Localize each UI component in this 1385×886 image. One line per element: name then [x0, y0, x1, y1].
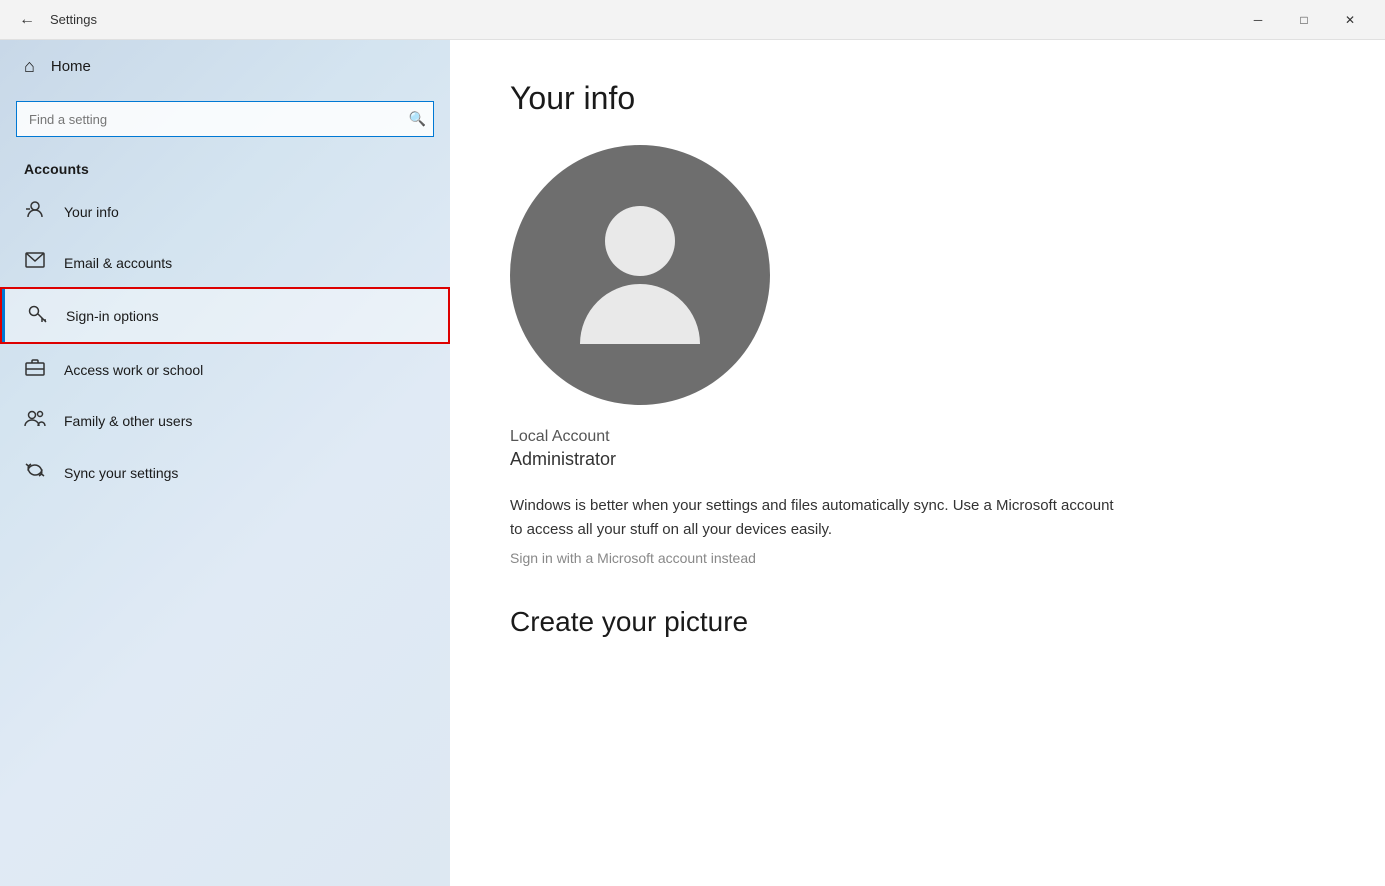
maximize-button[interactable]: □ — [1281, 4, 1327, 36]
account-name: Local Account — [510, 425, 1325, 449]
email-icon — [24, 252, 46, 273]
key-icon — [26, 303, 48, 328]
home-label: Home — [51, 58, 91, 75]
search-icon[interactable]: 🔍 — [409, 111, 426, 128]
description-text: Windows is better when your settings and… — [510, 494, 1130, 542]
search-input[interactable] — [16, 101, 434, 137]
sidebar-item-label: Access work or school — [64, 362, 203, 378]
main-layout: ⌂ Home 🔍 Accounts Your info — [0, 40, 1385, 886]
sidebar-item-signin[interactable]: Sign-in options — [0, 287, 450, 344]
app-title: Settings — [50, 12, 1235, 27]
minimize-button[interactable]: ─ — [1235, 4, 1281, 36]
sidebar: ⌂ Home 🔍 Accounts Your info — [0, 40, 450, 886]
people-icon — [24, 409, 46, 432]
sidebar-item-work[interactable]: Access work or school — [0, 344, 450, 395]
briefcase-icon — [24, 358, 46, 381]
home-icon: ⌂ — [24, 56, 35, 77]
sidebar-item-label: Sync your settings — [64, 465, 178, 481]
sidebar-item-label: Email & accounts — [64, 255, 172, 271]
section-title: Accounts — [0, 153, 450, 185]
sidebar-item-label: Family & other users — [64, 413, 192, 429]
person-icon — [24, 199, 46, 224]
sidebar-item-label: Sign-in options — [66, 308, 159, 324]
titlebar: ← Settings ─ □ ✕ — [0, 0, 1385, 40]
sidebar-item-label: Your info — [64, 204, 119, 220]
close-button[interactable]: ✕ — [1327, 4, 1373, 36]
sync-icon — [24, 460, 46, 485]
picture-section-title: Create your picture — [510, 606, 1325, 638]
page-title: Your info — [510, 80, 1325, 117]
window-controls: ─ □ ✕ — [1235, 4, 1373, 36]
account-role: Administrator — [510, 449, 1325, 470]
search-box: 🔍 — [16, 101, 434, 137]
sidebar-item-email[interactable]: Email & accounts — [0, 238, 450, 287]
back-button[interactable]: ← — [12, 5, 42, 35]
avatar-person-graphic — [580, 206, 700, 344]
avatar-head — [605, 206, 675, 276]
sidebar-item-family[interactable]: Family & other users — [0, 395, 450, 446]
avatar-section: Local Account Administrator — [510, 145, 1325, 470]
sidebar-item-sync[interactable]: Sync your settings — [0, 446, 450, 499]
microsoft-signin-link[interactable]: Sign in with a Microsoft account instead — [510, 550, 1325, 566]
sidebar-item-your-info[interactable]: Your info — [0, 185, 450, 238]
avatar — [510, 145, 770, 405]
sidebar-item-home[interactable]: ⌂ Home — [0, 40, 450, 93]
content-area: Your info Local Account Administrator Wi… — [450, 40, 1385, 886]
avatar-body — [580, 284, 700, 344]
